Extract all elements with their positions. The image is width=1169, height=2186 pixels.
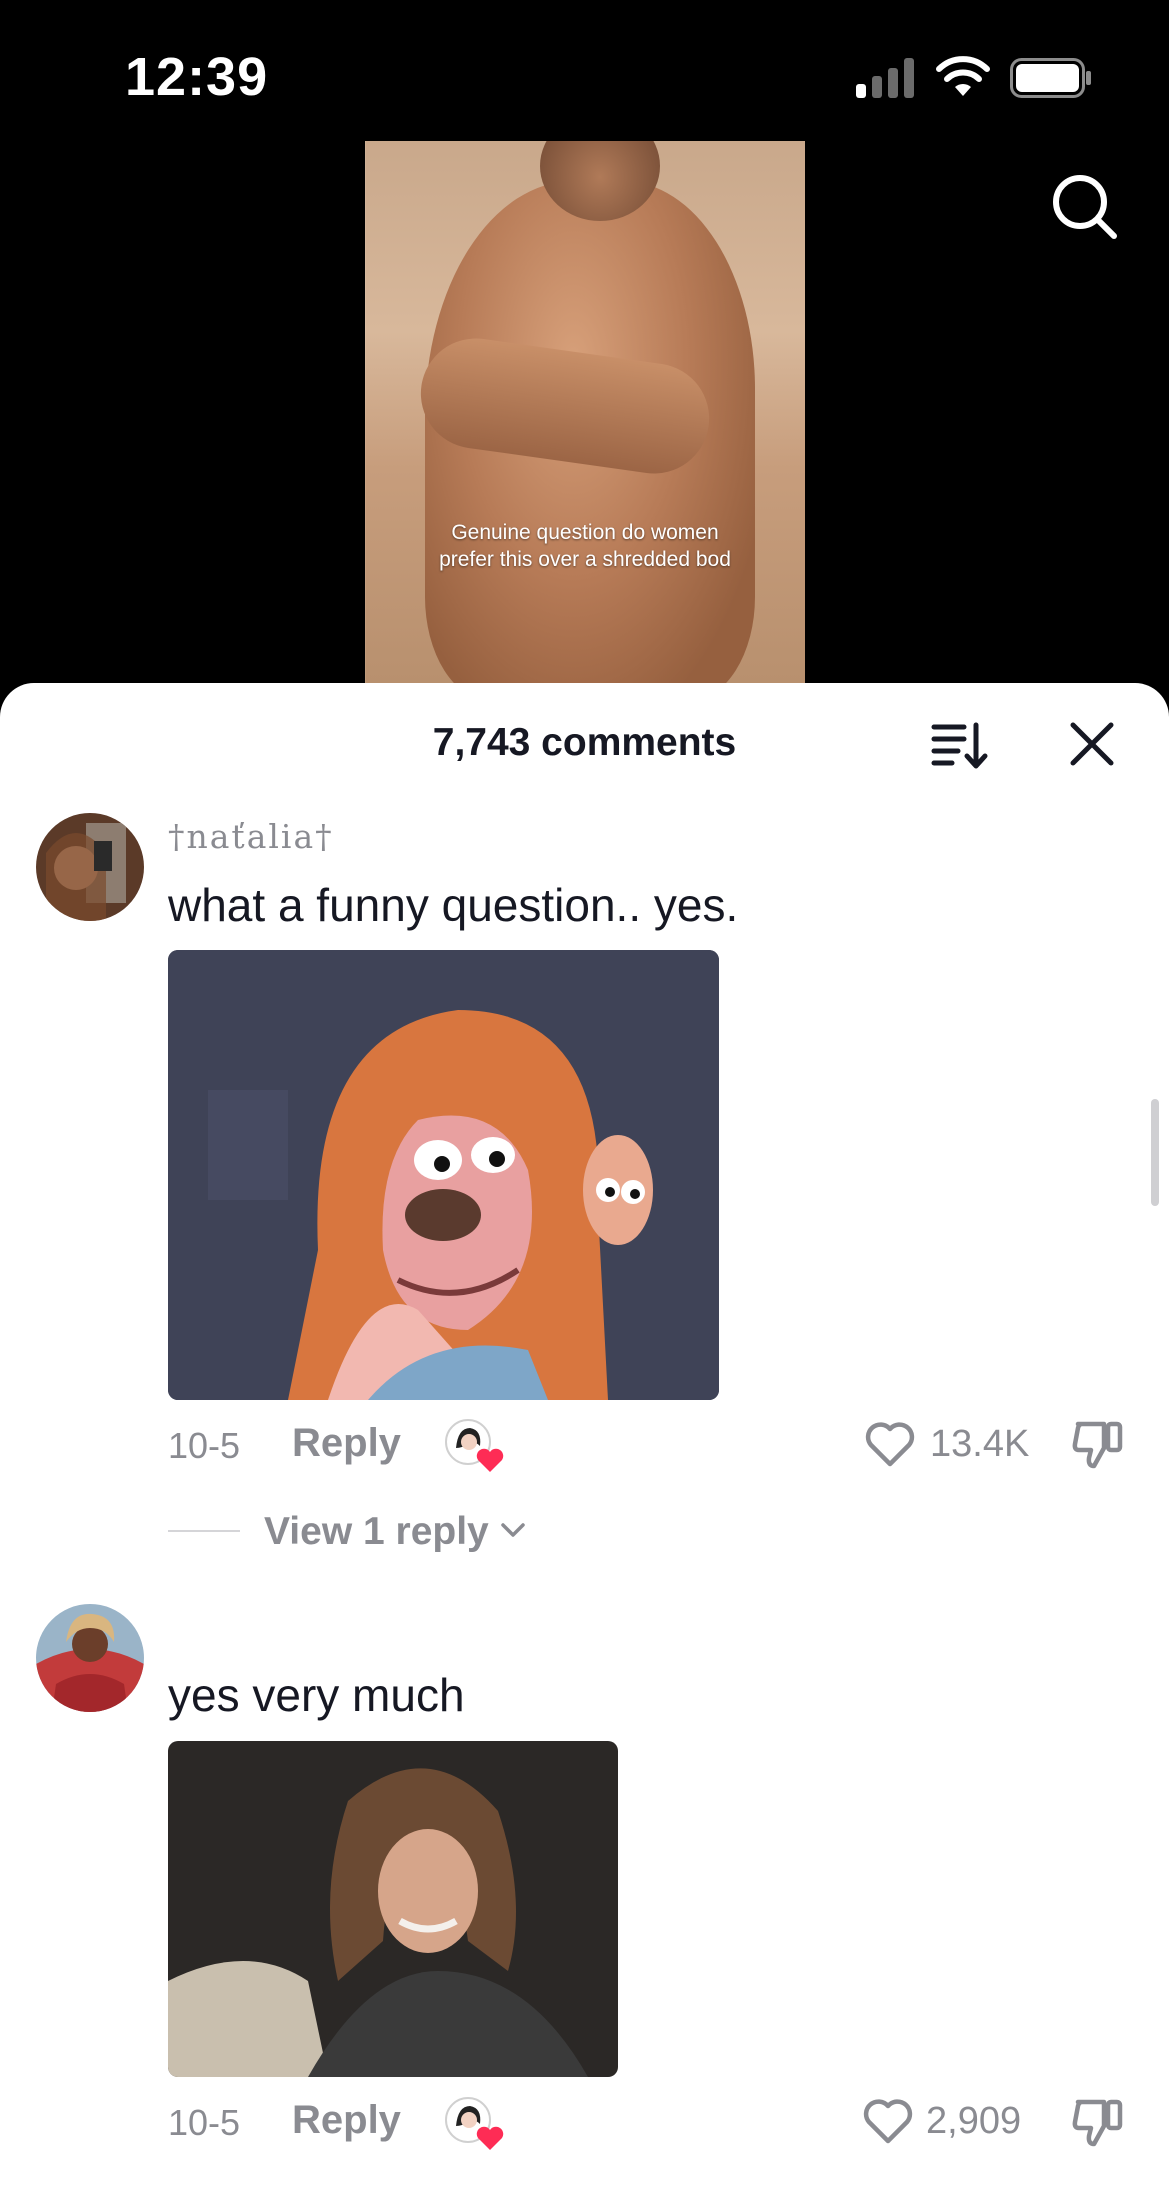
comment-date: 10-5 <box>168 2102 241 2143</box>
video-player[interactable]: Genuine question do women prefer this ov… <box>365 141 805 686</box>
like-count: 13.4K <box>930 1423 1030 1465</box>
battery-icon <box>1010 58 1091 98</box>
avatar[interactable] <box>36 1604 144 1712</box>
comment-count: 7,743 comments <box>432 721 737 764</box>
search-icon[interactable] <box>1050 172 1120 242</box>
status-time: 12:39 <box>125 47 269 107</box>
reply-button[interactable]: Reply <box>292 2098 401 2143</box>
thumbs-down-icon[interactable] <box>1070 2096 1126 2148</box>
video-caption: Genuine question do women prefer this ov… <box>439 521 731 571</box>
comment-username[interactable]: †naťalia† <box>168 817 334 856</box>
heart-outline-icon[interactable] <box>864 1420 916 1468</box>
comment-text: what a funny question.. yes. <box>168 879 739 931</box>
view-replies-label: View 1 reply <box>264 1510 489 1553</box>
reply-button[interactable]: Reply <box>292 1421 401 1466</box>
signal-icon <box>856 58 914 98</box>
like-count: 2,909 <box>926 2100 1022 2142</box>
status-bar: 12:39 <box>0 0 1169 140</box>
chevron-down-icon <box>501 1523 525 1537</box>
wifi-icon <box>936 56 990 96</box>
scrollbar[interactable] <box>1151 1099 1159 1206</box>
heart-outline-icon[interactable] <box>862 2097 914 2145</box>
comments-header: 7,743 comments <box>0 683 1169 793</box>
creator-liked-heart-icon <box>445 2097 504 2150</box>
avatar[interactable] <box>36 813 144 921</box>
comment-gif[interactable] <box>168 1741 618 2077</box>
sort-icon[interactable] <box>930 721 990 771</box>
close-icon[interactable] <box>1067 719 1117 769</box>
comment-gif[interactable] <box>168 950 719 1400</box>
comment-text: yes very much <box>168 1669 465 1721</box>
replies-divider <box>168 1530 240 1532</box>
comment-date: 10-5 <box>168 1425 241 1466</box>
thumbs-down-icon[interactable] <box>1070 1418 1126 1470</box>
creator-liked-heart-icon <box>445 1419 504 1472</box>
